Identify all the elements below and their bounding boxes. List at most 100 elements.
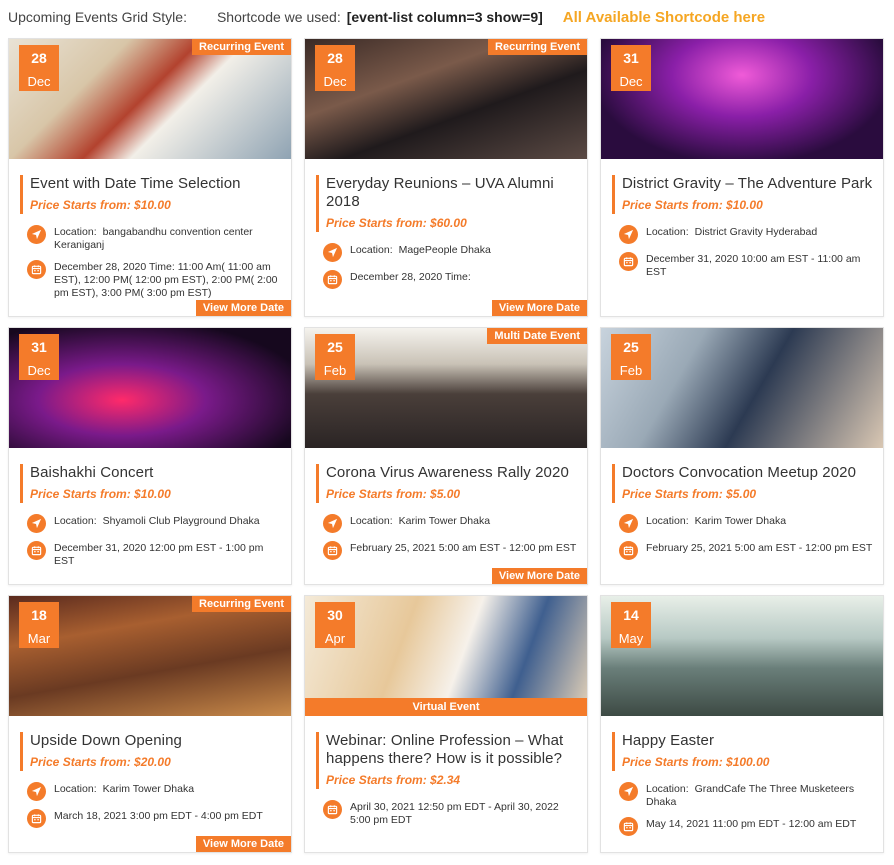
datetime-value: April 30, 2021 12:50 pm EDT - April 30, … bbox=[350, 801, 559, 826]
location-label: Location: bbox=[350, 244, 393, 256]
event-price: Price Starts from: $60.00 bbox=[326, 216, 467, 230]
event-title[interactable]: Event with Date Time Selection bbox=[30, 175, 281, 193]
location-row: Location: Karim Tower Dhaka bbox=[323, 514, 577, 533]
event-price: Price Starts from: $10.00 bbox=[622, 198, 763, 212]
date-day: 14 bbox=[623, 607, 639, 623]
event-card[interactable]: 31 Dec Baishakhi Concert Price Starts from:… bbox=[8, 327, 292, 585]
event-title[interactable]: Happy Easter bbox=[622, 732, 873, 750]
location-row: Location: bangabandhu convention center K… bbox=[27, 225, 281, 252]
event-price: Price Starts from: $20.00 bbox=[30, 755, 171, 769]
event-thumbnail[interactable]: 31 Dec bbox=[9, 328, 291, 448]
location-value: District Gravity Hyderabad bbox=[694, 226, 818, 238]
location-arrow-icon bbox=[27, 782, 46, 801]
date-month: May bbox=[618, 631, 644, 646]
date-badge: 31 Dec bbox=[19, 334, 59, 380]
date-day: 18 bbox=[31, 607, 47, 623]
event-title-block: Doctors Convocation Meetup 2020 Price Sta… bbox=[612, 464, 873, 503]
date-badge: 31 Dec bbox=[611, 45, 651, 91]
event-title[interactable]: Baishakhi Concert bbox=[30, 464, 281, 482]
event-card[interactable]: 18 Mar Recurring Event Upside Down Opening P… bbox=[8, 595, 292, 853]
datetime-row: February 25, 2021 5:00 am EST - 12:00 pm… bbox=[619, 541, 873, 560]
date-month: Mar bbox=[27, 631, 51, 646]
event-title-block: Baishakhi Concert Price Starts from: $10.… bbox=[20, 464, 281, 503]
event-card[interactable]: 31 Dec District Gravity – The Adventure Pa… bbox=[600, 38, 884, 317]
event-title[interactable]: Upside Down Opening bbox=[30, 732, 281, 750]
location-value: Karim Tower Dhaka bbox=[694, 515, 787, 527]
view-more-date-button[interactable]: View More Date bbox=[195, 836, 291, 852]
location-value: MagePeople Dhaka bbox=[398, 244, 491, 256]
date-badge: 28 Dec bbox=[19, 45, 59, 91]
shortcode-value: [event-list column=3 show=9] bbox=[346, 9, 543, 25]
location-label: Location: bbox=[54, 515, 97, 527]
calendar-icon bbox=[27, 809, 46, 828]
date-day: 28 bbox=[31, 50, 47, 66]
event-card[interactable]: 28 Dec Recurring Event Event with Date Time… bbox=[8, 38, 292, 317]
event-title-block: Upside Down Opening Price Starts from: $2… bbox=[20, 732, 281, 771]
datetime-row: December 31, 2020 10:00 am EST - 11:00 a… bbox=[619, 252, 873, 279]
event-info: Location: Karim Tower Dhaka February 25, 2… bbox=[612, 514, 873, 560]
event-title[interactable]: District Gravity – The Adventure Park bbox=[622, 175, 873, 193]
event-info: Location: bangabandhu convention center K… bbox=[20, 225, 281, 300]
date-day: 31 bbox=[31, 339, 47, 355]
event-title[interactable]: Everyday Reunions – UVA Alumni 2018 bbox=[326, 175, 577, 211]
event-thumbnail[interactable]: 25 Feb bbox=[601, 328, 883, 448]
datetime-row: February 25, 2021 5:00 am EST - 12:00 pm… bbox=[323, 541, 577, 560]
event-thumbnail[interactable]: 30 Apr Virtual Event bbox=[305, 596, 587, 716]
event-title[interactable]: Webinar: Online Profession – What happen… bbox=[326, 732, 577, 768]
datetime-value: December 28, 2020 Time: 11:00 Am( 11:00 … bbox=[54, 261, 278, 299]
event-info: Location: Karim Tower Dhaka March 18, 2021… bbox=[20, 782, 281, 828]
event-title-block: Happy Easter Price Starts from: $100.00 bbox=[612, 732, 873, 771]
event-price: Price Starts from: $5.00 bbox=[622, 487, 757, 501]
calendar-icon bbox=[619, 252, 638, 271]
location-arrow-icon bbox=[619, 782, 638, 801]
event-price: Price Starts from: $5.00 bbox=[326, 487, 461, 501]
event-title-block: Corona Virus Awareness Rally 2020 Price S… bbox=[316, 464, 577, 503]
calendar-icon bbox=[27, 260, 46, 279]
event-card[interactable]: 25 Feb Doctors Convocation Meetup 2020 Pric… bbox=[600, 327, 884, 585]
datetime-value: December 28, 2020 Time: bbox=[350, 271, 471, 283]
view-more-date-button[interactable]: View More Date bbox=[491, 568, 587, 584]
date-badge: 25 Feb bbox=[611, 334, 651, 380]
event-card[interactable]: 28 Dec Recurring Event Everyday Reunions – … bbox=[304, 38, 588, 317]
event-info: Location: Shyamoli Club Playground Dhaka D… bbox=[20, 514, 281, 568]
event-thumbnail[interactable]: 25 Feb Multi Date Event bbox=[305, 328, 587, 448]
event-price: Price Starts from: $2.34 bbox=[326, 773, 461, 787]
event-title[interactable]: Doctors Convocation Meetup 2020 bbox=[622, 464, 873, 482]
datetime-row: March 18, 2021 3:00 pm EDT - 4:00 pm EDT bbox=[27, 809, 281, 828]
location-arrow-icon bbox=[619, 514, 638, 533]
date-day: 25 bbox=[327, 339, 343, 355]
event-title-block: Webinar: Online Profession – What happen… bbox=[316, 732, 577, 789]
virtual-event-bar: Virtual Event bbox=[305, 698, 587, 716]
date-month: Dec bbox=[619, 74, 643, 89]
location-label: Location: bbox=[54, 226, 97, 238]
event-thumbnail[interactable]: 18 Mar Recurring Event bbox=[9, 596, 291, 716]
datetime-row: May 14, 2021 11:00 pm EDT - 12:00 am EDT bbox=[619, 817, 873, 836]
date-badge: 28 Dec bbox=[315, 45, 355, 91]
all-shortcodes-link[interactable]: All Available Shortcode here bbox=[563, 9, 765, 26]
event-info: Location: MagePeople Dhaka December 28, 20… bbox=[316, 243, 577, 289]
date-day: 30 bbox=[327, 607, 343, 623]
event-title[interactable]: Corona Virus Awareness Rally 2020 bbox=[326, 464, 577, 482]
event-thumbnail[interactable]: 28 Dec Recurring Event bbox=[305, 39, 587, 159]
event-card[interactable]: 25 Feb Multi Date Event Corona Virus Awaren… bbox=[304, 327, 588, 585]
location-label: Location: bbox=[646, 226, 689, 238]
location-value: Shyamoli Club Playground Dhaka bbox=[102, 515, 260, 527]
event-info: Location: GrandCafe The Three Musketeers … bbox=[612, 782, 873, 836]
event-thumbnail[interactable]: 28 Dec Recurring Event bbox=[9, 39, 291, 159]
date-month: Dec bbox=[27, 74, 51, 89]
view-more-date-button[interactable]: View More Date bbox=[195, 300, 291, 316]
datetime-value: May 14, 2021 11:00 pm EDT - 12:00 am EDT bbox=[646, 818, 857, 830]
date-day: 25 bbox=[623, 339, 639, 355]
view-more-date-button[interactable]: View More Date bbox=[491, 300, 587, 316]
event-title-block: Everyday Reunions – UVA Alumni 2018 Price… bbox=[316, 175, 577, 232]
event-card[interactable]: 14 May Happy Easter Price Starts from: $100… bbox=[600, 595, 884, 853]
event-title-block: Event with Date Time Selection Price Star… bbox=[20, 175, 281, 214]
date-badge: 25 Feb bbox=[315, 334, 355, 380]
date-month: Apr bbox=[324, 631, 346, 646]
location-row: Location: Shyamoli Club Playground Dhaka bbox=[27, 514, 281, 533]
event-info: Location: District Gravity Hyderabad Decem… bbox=[612, 225, 873, 279]
event-price: Price Starts from: $10.00 bbox=[30, 487, 171, 501]
event-card[interactable]: 30 Apr Virtual Event Webinar: Online Profes… bbox=[304, 595, 588, 853]
event-thumbnail[interactable]: 31 Dec bbox=[601, 39, 883, 159]
event-thumbnail[interactable]: 14 May bbox=[601, 596, 883, 716]
